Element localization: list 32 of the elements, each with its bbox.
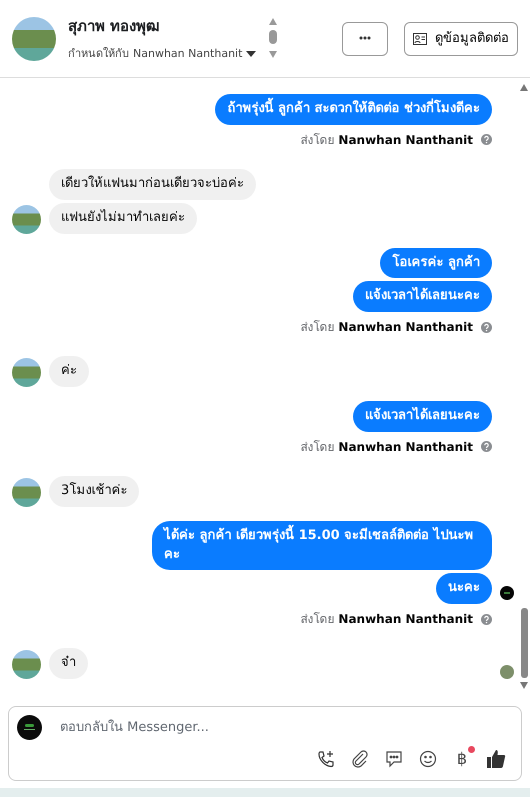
- message-bubble: แจ้งเวลาได้เลยนะคะ: [353, 401, 492, 432]
- contact-name: สุภาพ ทองพุฒ: [68, 16, 162, 38]
- sent-by-text: ส่งโดย Nanwhan Nanthanit: [300, 438, 473, 456]
- message-bubble: แจ้งเวลาได้เลยนะคะ: [353, 281, 492, 312]
- page-avatar: [17, 715, 42, 740]
- message-bubble: ได้ค่ะ ลูกค้า เดียวพรุ่งนี้ 15.00 จะมีเชลล์ติดต่อ ไปนะพ คะ: [152, 520, 492, 570]
- help-icon[interactable]: [481, 614, 492, 625]
- contact-card-icon: [413, 32, 427, 44]
- message-bubble: แฟนยังไม่มาทำเลยค่ะ: [49, 202, 197, 234]
- message-bubble: นะคะ: [436, 573, 492, 604]
- message-bubble: โอเครค่ะ ลูกค้า: [380, 248, 492, 278]
- message-bubble: 3โมงเช้าค่ะ: [49, 476, 140, 507]
- caret-icon[interactable]: [246, 50, 256, 57]
- contact-avatar: [12, 16, 56, 60]
- sent-by-text: ส่งโดย Nanwhan Nanthanit: [300, 132, 473, 149]
- more-button[interactable]: [342, 22, 388, 56]
- scroll-arrows-icon[interactable]: [268, 16, 278, 60]
- reply-composer[interactable]: ตอบกลับใน Messenger... ฿: [8, 706, 522, 781]
- currency-button[interactable]: ฿: [449, 746, 475, 772]
- more-icon: [359, 36, 371, 40]
- help-icon[interactable]: [481, 441, 492, 452]
- help-icon[interactable]: [481, 134, 492, 146]
- sent-by-text: ส่งโดย Nanwhan Nanthanit: [300, 319, 473, 336]
- help-icon[interactable]: [481, 322, 492, 333]
- sent-by-text: ส่งโดย Nanwhan Nanthanit: [300, 611, 473, 628]
- contact-info-button[interactable]: ดูข้อมูลติดต่อ: [404, 22, 518, 56]
- message-bubble: ค่ะ: [49, 356, 89, 388]
- assigned-label: กำหนดให้กับ: [68, 46, 129, 62]
- message-bubble: จ๋า: [49, 648, 88, 680]
- message-bubble: เดียวให้แฟนมาก่อนเดียวจะบ่อค่ะ: [49, 168, 256, 200]
- assignee-name[interactable]: Nanwhan Nanthanit: [133, 46, 242, 62]
- message-bubble: ถ้าพรุ่งนี้ ลูกค้า สะดวกให้ติดต่อ ช่วงกี่โมงดีคะ: [215, 94, 492, 125]
